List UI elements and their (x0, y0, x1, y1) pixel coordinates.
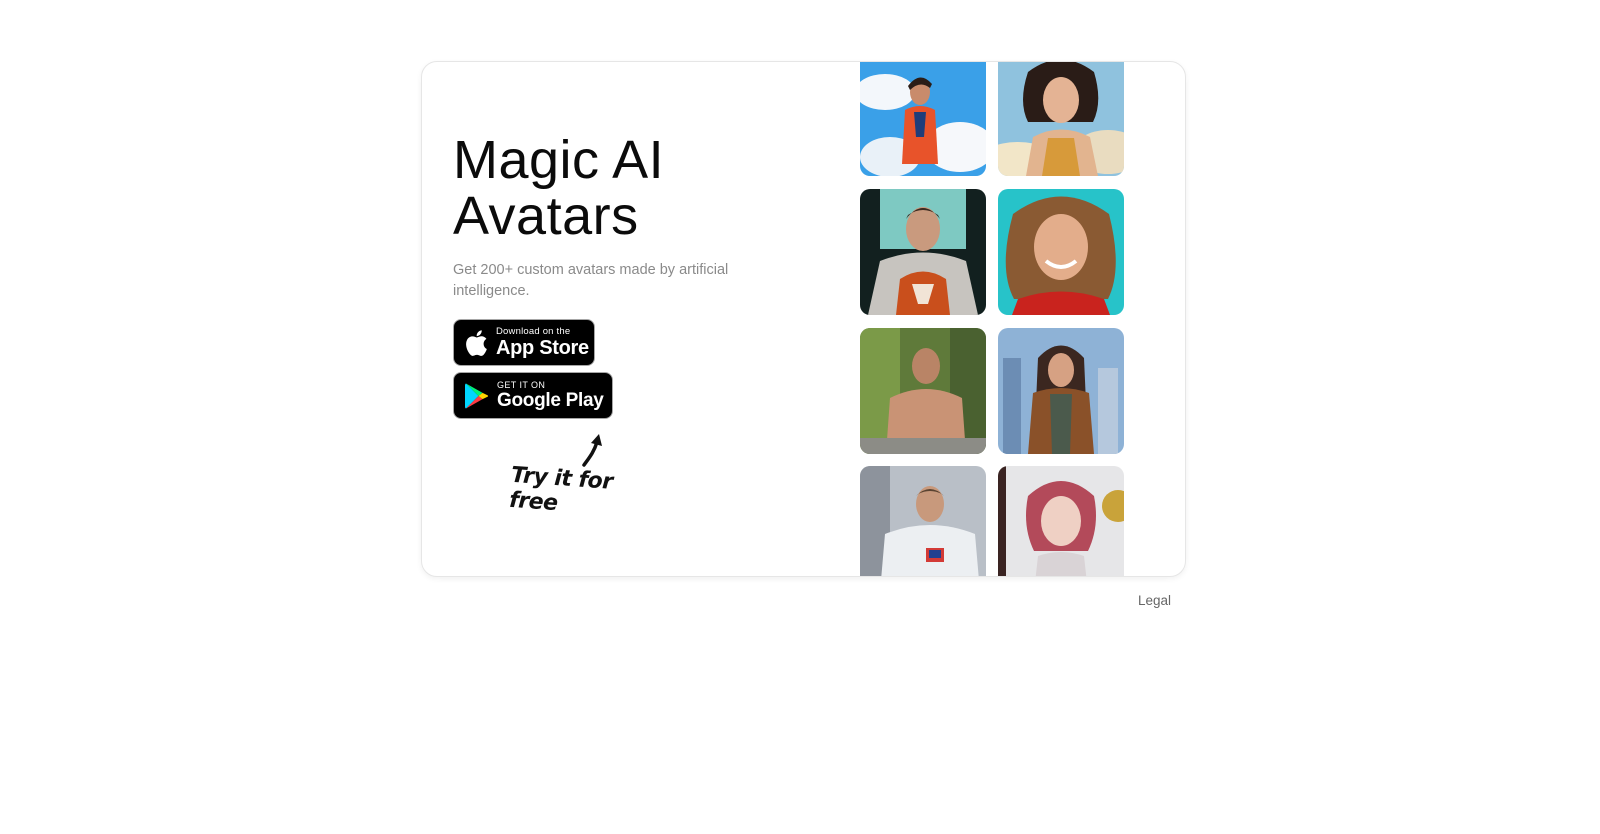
google-play-icon (464, 381, 490, 411)
try-free-text: Try it for free (508, 462, 614, 517)
avatar-tile-7 (860, 466, 986, 576)
avatar-tile-6 (998, 328, 1124, 454)
apple-icon (463, 328, 489, 358)
try-free-callout: Try it for free (508, 432, 660, 516)
page-title: Magic AI Avatars (453, 130, 665, 246)
avatar-tile-4 (998, 189, 1124, 315)
google-play-small-label: GET IT ON (497, 380, 546, 390)
hero-subtitle: Get 200+ custom avatars made by artifici… (453, 262, 729, 299)
avatar-gallery (860, 62, 1125, 576)
app-store-small-label: Download on the (496, 326, 571, 338)
avatar-tile-3 (860, 189, 986, 315)
google-play-button[interactable]: GET IT ON Google Play (453, 372, 613, 419)
curved-arrow-icon (580, 432, 610, 473)
avatar-tile-2 (998, 62, 1124, 176)
avatar-tile-5 (860, 328, 986, 454)
avatar-tile-1 (860, 62, 986, 176)
app-store-big-label: App Store (496, 336, 589, 359)
app-store-button[interactable]: Download on the App Store (453, 319, 595, 366)
legal-link[interactable]: Legal (1138, 593, 1171, 608)
hero-card: Magic AI Avatars Get 200+ custom avatars… (421, 61, 1186, 577)
google-play-big-label: Google Play (497, 390, 604, 411)
avatar-tile-8 (998, 466, 1124, 576)
